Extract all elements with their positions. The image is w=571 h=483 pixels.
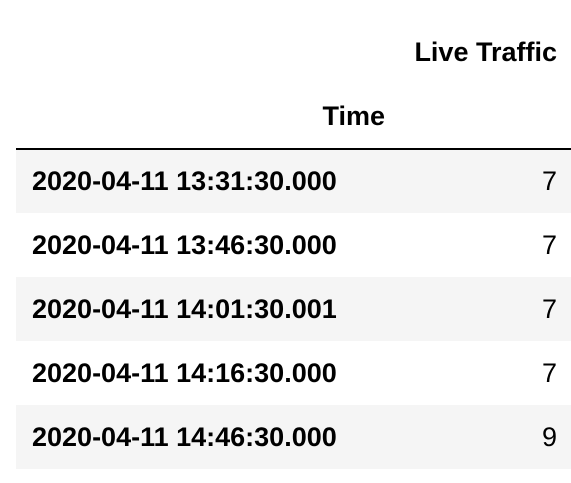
row-value-cell: 7 [541,229,557,260]
table-row: 2020-04-11 14:01:30.001 7 [16,277,571,341]
column-header-live-traffic: Live Traffic [414,36,557,67]
table-row: 2020-04-11 14:46:30.000 9 [16,405,571,469]
row-index-cell: 2020-04-11 13:31:30.000 [32,166,337,196]
table-row: 2020-04-11 14:16:30.000 7 [16,341,571,405]
table-row: 2020-04-11 13:46:30.000 7 [16,213,571,277]
row-value-cell: 7 [541,357,557,388]
table-row: 2020-04-11 13:31:30.000 7 [16,149,571,213]
corner-cell [16,20,386,84]
index-name-row: Time [16,84,571,150]
row-value-cell: 7 [541,166,557,196]
row-index-cell: 2020-04-11 14:01:30.001 [32,293,337,324]
row-value-cell: 7 [541,293,557,324]
row-index-cell: 2020-04-11 14:46:30.000 [32,421,337,452]
row-index-cell: 2020-04-11 13:46:30.000 [32,229,337,260]
index-name-header: Time [16,84,386,150]
index-name-spacer [386,84,571,150]
table-body: 2020-04-11 13:31:30.000 7 2020-04-11 13:… [16,149,571,469]
row-value-cell: 9 [541,421,557,452]
column-header-row: Live Traffic [16,20,571,84]
dataframe-output: Live Traffic Time 2020-04-11 13:31:30.00… [16,20,571,469]
dataframe-table: Live Traffic Time 2020-04-11 13:31:30.00… [16,20,571,469]
table-header: Live Traffic Time [16,20,571,150]
row-index-cell: 2020-04-11 14:16:30.000 [32,357,337,388]
